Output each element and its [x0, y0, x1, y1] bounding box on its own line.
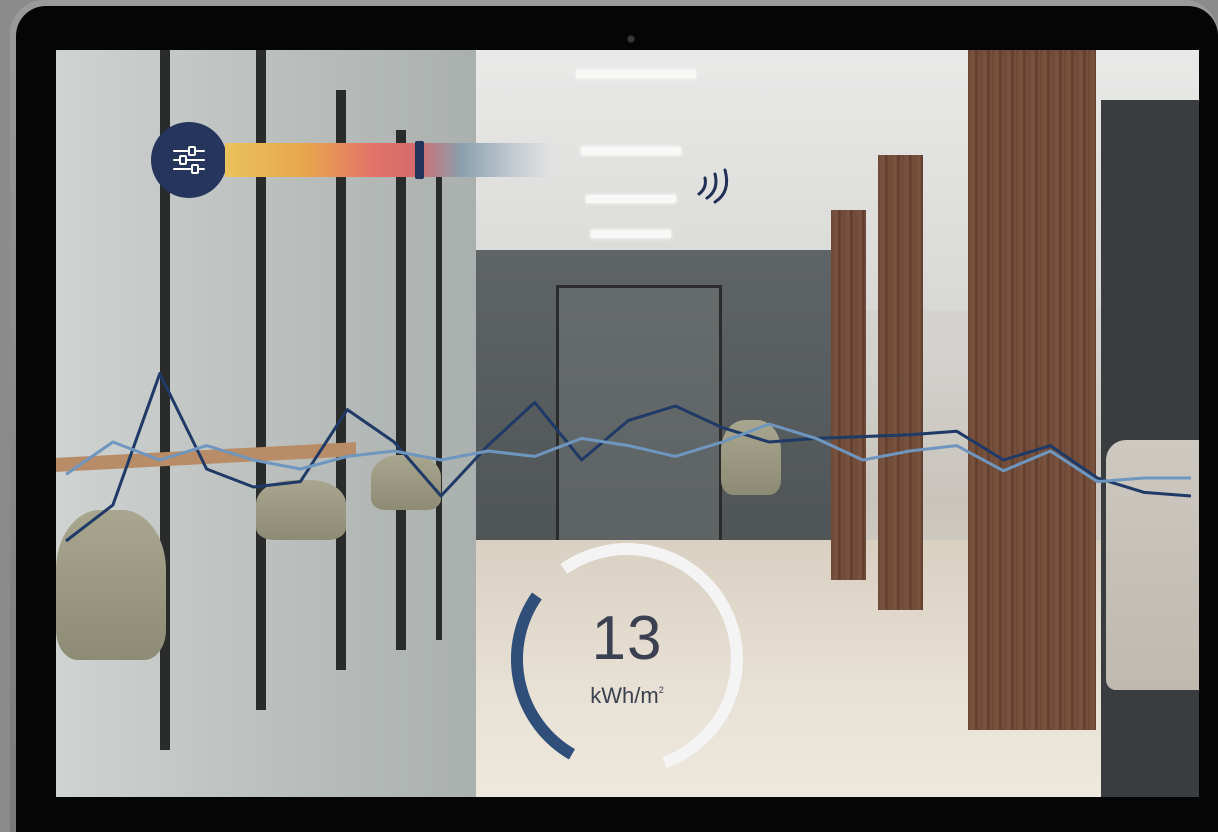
screen: 13 kWh/m2: [56, 50, 1199, 797]
webcam: [628, 36, 634, 42]
gauge-unit: kWh/m2: [511, 683, 743, 709]
wireless-signal-icon[interactable]: [693, 162, 739, 208]
gauge-unit-superscript: 2: [658, 685, 664, 695]
energy-gauge: 13 kWh/m2: [511, 543, 743, 775]
gauge-value: 13: [591, 604, 663, 673]
sliders-icon: [173, 146, 205, 174]
series-line-1: [65, 372, 1192, 543]
climate-control: [151, 122, 556, 198]
slider-thumb[interactable]: [414, 141, 424, 179]
gauge-unit-text: kWh/m: [590, 683, 659, 708]
temperature-slider[interactable]: [225, 141, 553, 179]
settings-button[interactable]: [151, 122, 227, 198]
